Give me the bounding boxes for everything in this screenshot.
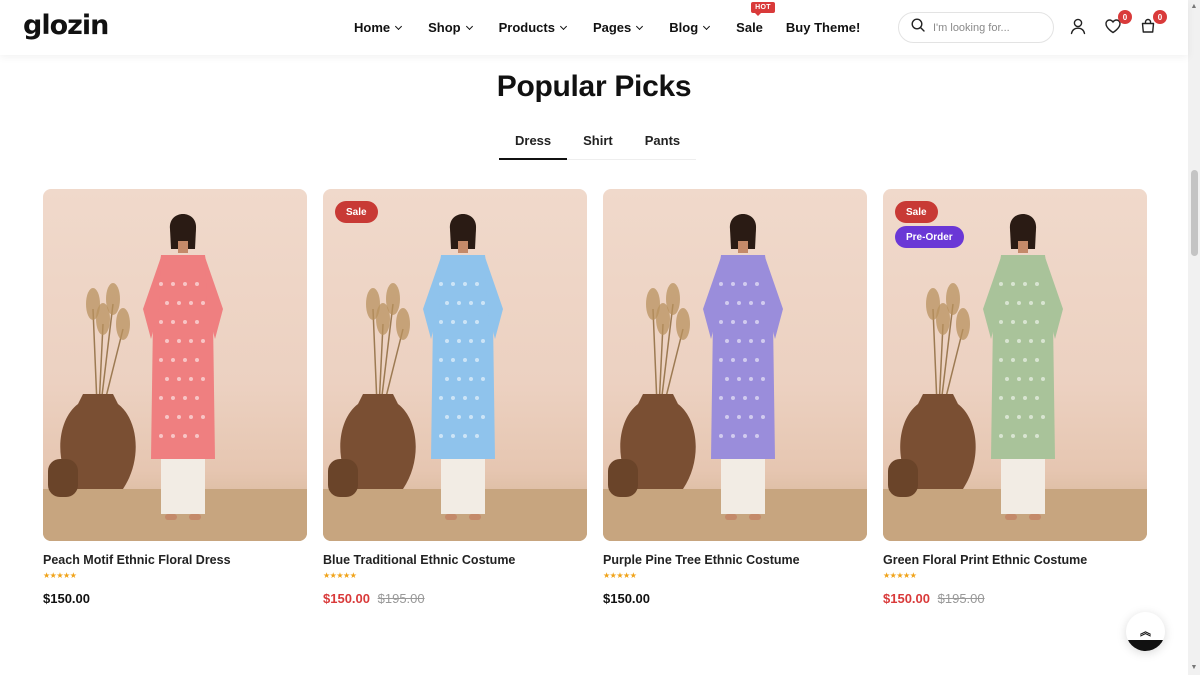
account-icon[interactable] [1069, 17, 1089, 37]
nav-shop[interactable]: Shop [428, 20, 473, 35]
current-price: $150.00 [43, 591, 90, 606]
cart-count-badge: 0 [1153, 10, 1167, 24]
preorder-badge: Pre-Order [895, 226, 964, 248]
sale-price: $150.00 [883, 591, 930, 606]
rating-stars: ★★★★★ [603, 571, 637, 580]
chevron-down-icon [636, 22, 644, 30]
product-image[interactable] [43, 189, 307, 541]
product-image[interactable]: Sale [323, 189, 587, 541]
product-name[interactable]: Purple Pine Tree Ethnic Costume [603, 553, 867, 567]
rating-stars: ★★★★★ [323, 571, 357, 580]
search-input[interactable] [933, 21, 1043, 34]
page-scrollbar[interactable]: ▲ ▼ [1188, 0, 1200, 675]
clay-pot [888, 459, 918, 497]
product-name[interactable]: Green Floral Print Ethnic Costume [883, 553, 1147, 567]
product-card[interactable]: Sale Blue Traditional Ethnic Costume ★★★… [323, 189, 587, 606]
model-photo [603, 214, 867, 541]
product-card[interactable]: Purple Pine Tree Ethnic Costume ★★★★★ $1… [603, 189, 867, 606]
rating-stars: ★★★★★ [883, 571, 917, 580]
scrollbar-thumb[interactable] [1191, 170, 1198, 256]
nav-shop-label: Shop [428, 20, 461, 35]
search-icon[interactable] [911, 18, 925, 37]
category-tabs: Dress Shirt Pants [499, 124, 697, 160]
compare-price: $195.00 [377, 591, 425, 606]
nav-blog[interactable]: Blog [669, 20, 711, 35]
site-logo[interactable]: glozin [23, 10, 109, 41]
nav-pages-label: Pages [592, 20, 632, 35]
nav-products[interactable]: Products [498, 20, 568, 35]
nav-blog-label: Blog [669, 20, 699, 35]
search-box[interactable] [898, 12, 1054, 43]
scroll-up-arrow-icon[interactable]: ▲ [1190, 3, 1198, 11]
chevron-down-icon [465, 22, 473, 30]
sale-price: $150.00 [323, 591, 370, 606]
nav-home-label: Home [354, 20, 391, 35]
tab-pants[interactable]: Pants [629, 124, 696, 159]
double-chevron-up-icon: ︽ [1140, 626, 1151, 638]
chevron-down-icon [559, 22, 568, 30]
product-image[interactable] [603, 189, 867, 541]
product-price: $150.00 [603, 591, 867, 606]
nav-home[interactable]: Home [354, 20, 403, 35]
nav-buy-theme[interactable]: Buy Theme! [786, 20, 860, 35]
model-figure [703, 214, 783, 520]
product-price: $150.00 $195.00 [323, 591, 587, 606]
clay-pot [48, 459, 78, 497]
model-figure [143, 214, 223, 520]
product-price: $150.00 [43, 591, 307, 606]
tab-shirt[interactable]: Shirt [567, 124, 629, 159]
scroll-down-arrow-icon[interactable]: ▼ [1190, 664, 1198, 672]
wishlist-count-badge: 0 [1118, 10, 1132, 24]
nav-sale[interactable]: Sale HOT [736, 2, 775, 35]
cart-icon[interactable]: 0 [1139, 10, 1167, 37]
nav-products-label: Products [498, 20, 555, 35]
product-card[interactable]: Peach Motif Ethnic Floral Dress ★★★★★ $1… [43, 189, 307, 606]
model-photo [43, 214, 307, 541]
nav-buy-theme-label: Buy Theme! [785, 20, 861, 35]
hot-badge: HOT [751, 2, 775, 16]
model-figure [983, 214, 1063, 520]
product-image[interactable]: Sale Pre-Order [883, 189, 1147, 541]
clay-pot [608, 459, 638, 497]
scroll-progress-fill [1126, 640, 1165, 651]
model-photo [323, 214, 587, 541]
tab-dress[interactable]: Dress [499, 124, 568, 160]
chevron-down-icon [703, 22, 711, 30]
product-name[interactable]: Blue Traditional Ethnic Costume [323, 553, 587, 567]
sale-badge: Sale [895, 201, 938, 223]
site-header: glozin Home Shop Products Pages Blog Sal… [0, 0, 1188, 55]
product-grid: Peach Motif Ethnic Floral Dress ★★★★★ $1… [43, 189, 1147, 606]
chevron-down-icon [395, 22, 403, 30]
main-nav: Home Shop Products Pages Blog Sale HOT B… [354, 0, 887, 55]
sale-badge: Sale [335, 201, 378, 223]
rating-stars: ★★★★★ [43, 571, 77, 580]
nav-pages[interactable]: Pages [592, 20, 644, 35]
model-figure [423, 214, 503, 520]
back-to-top-button[interactable]: ︽ [1126, 612, 1165, 651]
wishlist-icon[interactable]: 0 [1104, 10, 1132, 37]
product-card[interactable]: Sale Pre-Order Green Floral Print Ethnic… [883, 189, 1147, 606]
compare-price: $195.00 [937, 591, 985, 606]
nav-sale-label: Sale [736, 20, 763, 35]
product-name[interactable]: Peach Motif Ethnic Floral Dress [43, 553, 307, 567]
clay-pot [328, 459, 358, 497]
product-price: $150.00 $195.00 [883, 591, 1147, 606]
current-price: $150.00 [603, 591, 650, 606]
section-title: Popular Picks [496, 70, 692, 103]
